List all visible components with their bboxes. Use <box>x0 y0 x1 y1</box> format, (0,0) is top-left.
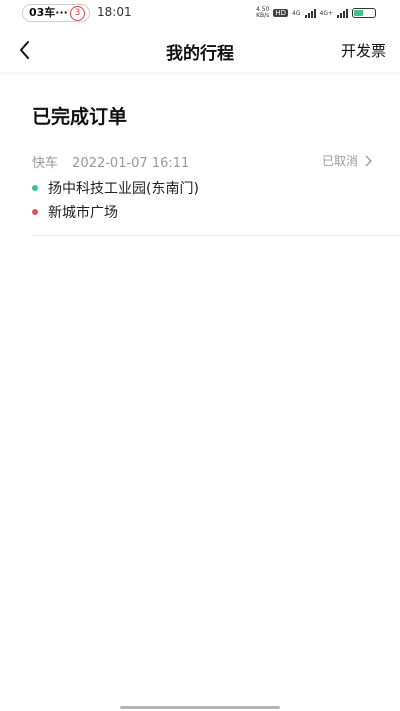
notification-text: 03车··· <box>29 6 68 19</box>
order-datetime: 2022-01-07 16:11 <box>72 156 190 171</box>
order-status-label: 已取消 <box>321 154 358 168</box>
network-type-1: 4G <box>292 9 301 17</box>
clock: 18:01 <box>97 5 132 19</box>
network-type-2: 4G+ <box>319 9 334 17</box>
status-bar: 03车··· 3 18:01 4.50 KB/s HD 4G 4G+ <box>0 0 400 28</box>
home-indicator[interactable] <box>120 706 280 709</box>
start-location: 扬中科技工业园(东南门) <box>48 181 199 197</box>
end-location: 新城市广场 <box>48 205 118 221</box>
battery-level <box>354 10 363 16</box>
order-status: 已取消 <box>322 152 372 169</box>
route-end: 新城市广场 <box>32 202 118 222</box>
section-title: 已完成订单 <box>32 106 128 128</box>
end-dot-icon <box>32 209 38 215</box>
notification-pill: 03车··· 3 <box>22 4 90 22</box>
system-icons: 4.50 KB/s HD 4G 4G+ <box>256 6 376 20</box>
start-dot-icon <box>32 185 38 191</box>
chevron-right-icon <box>365 155 372 166</box>
route-start: 扬中科技工业园(东南门) <box>32 178 199 198</box>
signal-icon <box>304 8 316 18</box>
hd-icon: HD <box>273 9 289 17</box>
battery-icon <box>352 8 376 18</box>
order-meta: 快车 2022-01-07 16:11 <box>32 152 189 171</box>
chevron-left-icon <box>20 41 29 59</box>
header: 我的行程 开发票 <box>0 28 400 72</box>
notification-badge: 3 <box>70 6 85 21</box>
network-speed: 4.50 KB/s <box>256 6 270 19</box>
signal-icon-2 <box>337 8 348 18</box>
back-button[interactable] <box>12 36 40 64</box>
order-type: 快车 <box>32 156 59 171</box>
invoice-button[interactable]: 开发票 <box>341 40 386 61</box>
order-card[interactable]: 快车 2022-01-07 16:11 已取消 扬中科技工业园(东南门) 新城市… <box>32 148 400 236</box>
